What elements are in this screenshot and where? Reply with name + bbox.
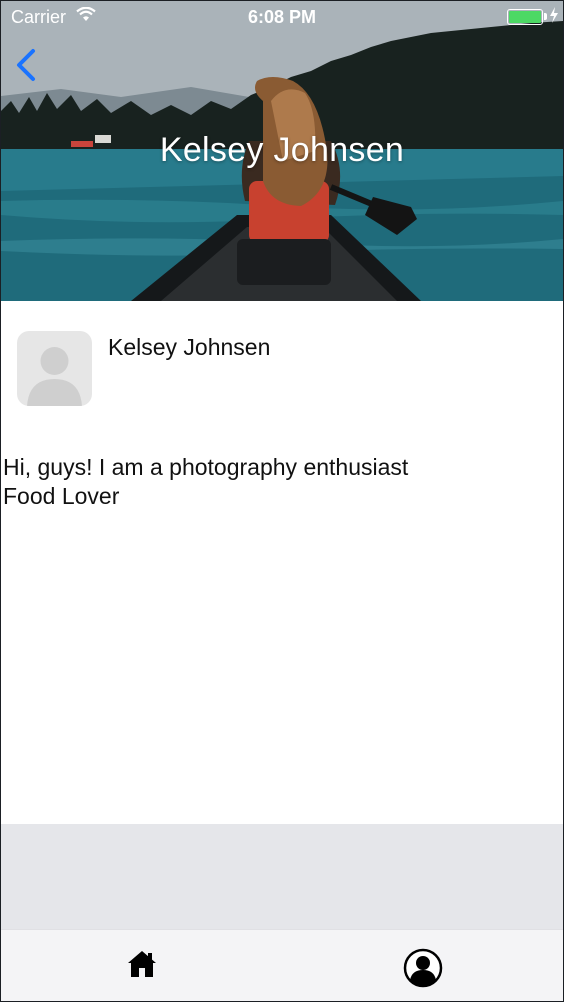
avatar[interactable]: [17, 331, 92, 406]
cover-photo: Carrier 6:08 PM Kelsey Johnsen: [1, 1, 563, 301]
chevron-left-icon: [17, 49, 35, 81]
page-title: Kelsey Johnsen: [159, 131, 405, 169]
app-frame: Carrier 6:08 PM Kelsey Johnsen Kelsey Jo…: [0, 0, 564, 1002]
person-placeholder-icon: [27, 347, 82, 406]
tab-home[interactable]: [1, 930, 282, 1001]
home-icon: [128, 951, 156, 977]
profile-name: Kelsey Johnsen: [108, 334, 271, 360]
content-footer-area: [1, 824, 563, 929]
tab-bar: [1, 929, 563, 1001]
tab-profile[interactable]: [282, 930, 563, 1001]
back-button[interactable]: [11, 45, 45, 85]
bio: Hi, guys! I am a photography enthusiast …: [3, 453, 408, 511]
battery-icon: [507, 9, 543, 25]
bio-line: Hi, guys! I am a photography enthusiast: [3, 454, 409, 480]
status-time: 6:08 PM: [247, 7, 317, 27]
bio-line: Food Lover: [3, 483, 120, 509]
status-bar: Carrier 6:08 PM: [1, 1, 563, 33]
charging-icon: [549, 7, 559, 28]
battery-tip: [544, 13, 547, 20]
user-circle-icon: [403, 948, 443, 988]
